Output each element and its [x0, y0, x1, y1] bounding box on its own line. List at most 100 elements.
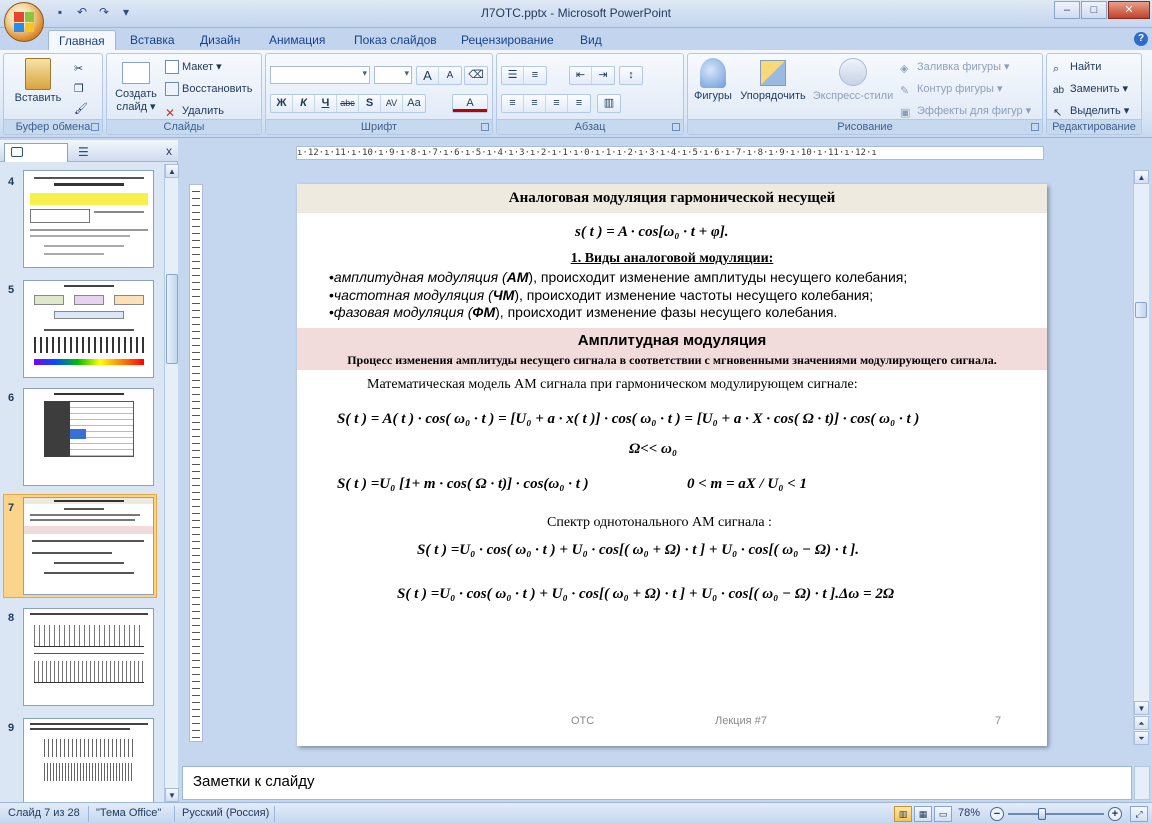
editor-scroll-thumb[interactable] — [1135, 302, 1147, 318]
ribbon-tabs: Главная Вставка Дизайн Анимация Показ сл… — [0, 28, 1152, 50]
close-button[interactable]: ✕ — [1108, 1, 1150, 19]
layout-icon — [165, 60, 179, 74]
slide-sorter-icon[interactable]: ▦ — [914, 806, 932, 822]
scroll-down-icon[interactable]: ▼ — [165, 788, 179, 802]
shadow-button[interactable]: S — [359, 95, 381, 112]
format-painter-icon[interactable]: 🖌 — [74, 100, 88, 118]
case-button[interactable]: Aa — [403, 95, 425, 112]
strike-button[interactable]: abc — [337, 95, 359, 112]
select-button[interactable]: ↖ Выделить ▾ — [1053, 102, 1129, 120]
slideshow-view-icon[interactable]: ▭ — [934, 806, 952, 822]
language-indicator[interactable]: Русский (Россия) — [182, 807, 269, 819]
horizontal-ruler[interactable]: ı·12·ı·11·ı·10·ı·9·ı·8·ı·7·ı·6·ı·5·ı·4·ı… — [296, 146, 1044, 160]
zoom-out-button[interactable]: − — [990, 807, 1004, 821]
line-spacing-icon[interactable]: ↕ — [620, 67, 642, 84]
shape-outline-button[interactable]: ✎ Контур фигуры ▾ — [900, 80, 1003, 98]
bullets-icon[interactable]: ☰ — [502, 67, 524, 84]
font-name-combo[interactable] — [270, 66, 370, 84]
notes-scrollbar[interactable] — [1134, 766, 1150, 800]
slide-thumbnail-6[interactable] — [23, 388, 154, 486]
find-button[interactable]: ⌕ Найти — [1053, 58, 1101, 76]
font-size-combo[interactable] — [374, 66, 412, 84]
minimize-button[interactable]: – — [1054, 1, 1080, 19]
tab-insert[interactable]: Вставка — [120, 30, 185, 50]
thumbnails-scrollbar[interactable]: ▲ ▼ — [164, 164, 179, 802]
vertical-ruler[interactable] — [189, 184, 203, 742]
zoom-slider[interactable] — [1008, 813, 1104, 815]
shape-effects-button[interactable]: ▣ Эффекты для фигур ▾ — [900, 102, 1031, 120]
normal-view-icon[interactable]: ▥ — [894, 806, 912, 822]
slide-thumbnail-4[interactable] — [23, 170, 154, 268]
outline-tab[interactable]: ☰ — [70, 144, 100, 161]
status-separator — [88, 806, 89, 822]
zoom-slider-knob[interactable] — [1038, 808, 1046, 820]
next-slide-icon[interactable]: ⏷ — [1134, 731, 1149, 745]
font-color-button[interactable]: A — [453, 95, 487, 112]
clear-format-icon[interactable]: ⌫ — [465, 67, 487, 84]
slide-canvas[interactable]: Аналоговая модуляция гармонической несущ… — [297, 184, 1047, 746]
editor-scroll-down-icon[interactable]: ▼ — [1134, 701, 1149, 715]
tab-animation[interactable]: Анимация — [259, 30, 335, 50]
theme-name[interactable]: "Тема Office" — [96, 807, 161, 819]
slide-thumbnail-9[interactable] — [23, 718, 154, 802]
grow-font-button[interactable]: A — [417, 67, 439, 84]
notes-pane[interactable]: Заметки к слайду — [182, 766, 1132, 800]
help-icon[interactable]: ? — [1134, 32, 1148, 46]
font-launcher-icon[interactable] — [481, 123, 489, 131]
tab-home[interactable]: Главная — [48, 30, 116, 50]
reset-button[interactable]: Восстановить — [165, 80, 252, 98]
quick-styles-button[interactable]: Экспресс-стили — [812, 58, 894, 103]
maximize-button[interactable]: □ — [1081, 1, 1107, 19]
scroll-up-icon[interactable]: ▲ — [165, 164, 179, 178]
cut-icon[interactable]: ✂ — [74, 60, 83, 78]
office-button[interactable] — [4, 2, 44, 42]
decrease-indent-icon[interactable]: ⇤ — [570, 67, 592, 84]
columns-icon[interactable]: ▥ — [598, 95, 620, 112]
tab-slideshow[interactable]: Показ слайдов — [344, 30, 447, 50]
zoom-in-button[interactable]: + — [1108, 807, 1122, 821]
align-center-icon[interactable]: ≡ — [524, 95, 546, 112]
thumbnails-scroll-thumb[interactable] — [166, 274, 178, 364]
tab-design[interactable]: Дизайн — [190, 30, 250, 50]
previous-slide-icon[interactable]: ⏶ — [1134, 716, 1149, 730]
shrink-font-button[interactable]: A — [439, 67, 461, 84]
spacing-button[interactable]: AV — [381, 95, 403, 112]
drawing-launcher-icon[interactable] — [1031, 123, 1039, 131]
shape-fill-button[interactable]: ◈ Заливка фигуры ▾ — [900, 58, 1010, 76]
modulation-index-range: 0 < m = aX / U₀ < 1 — [687, 476, 808, 492]
pane-close-button[interactable]: x — [166, 144, 172, 158]
copy-icon[interactable]: ❐ — [74, 80, 84, 98]
layout-button[interactable]: Макет ▾ — [165, 58, 222, 76]
arrange-button[interactable]: Упорядочить — [736, 58, 810, 103]
numbering-icon[interactable]: ≡ — [524, 67, 546, 84]
slides-tab[interactable] — [4, 143, 68, 162]
paragraph-launcher-icon[interactable] — [672, 123, 680, 131]
paste-button[interactable]: Вставить — [10, 58, 66, 105]
thumbnail-list: 4 5 6 7 8 9 — [0, 164, 164, 802]
justify-icon[interactable]: ≡ — [568, 95, 590, 112]
slide-thumbnail-5[interactable] — [23, 280, 154, 378]
cursor-icon: ↖ — [1053, 107, 1063, 119]
shapes-button[interactable]: Фигуры — [690, 58, 736, 103]
clipboard-launcher-icon[interactable] — [91, 123, 99, 131]
layout-label: Макет ▾ — [182, 61, 222, 73]
underline-button[interactable]: Ч — [315, 95, 337, 112]
tab-view[interactable]: Вид — [570, 30, 612, 50]
editor-scrollbar[interactable]: ▲ ▼ ⏶ ⏷ — [1133, 170, 1149, 745]
quick-styles-icon — [839, 58, 867, 86]
slide-thumbnail-8[interactable] — [23, 608, 154, 706]
bold-button[interactable]: Ж — [271, 95, 293, 112]
increase-indent-icon[interactable]: ⇥ — [592, 67, 614, 84]
fit-to-window-icon[interactable]: ⤢ — [1130, 806, 1148, 822]
replace-button[interactable]: ab Заменить ▾ — [1053, 80, 1128, 98]
italic-button[interactable]: К — [293, 95, 315, 112]
align-left-icon[interactable]: ≡ — [502, 95, 524, 112]
new-slide-button[interactable]: Создать слайд ▾ — [111, 58, 161, 114]
tab-review[interactable]: Рецензирование — [451, 30, 564, 50]
editor-scroll-up-icon[interactable]: ▲ — [1134, 170, 1149, 184]
align-right-icon[interactable]: ≡ — [546, 95, 568, 112]
slide-thumbnail-7[interactable] — [23, 497, 154, 595]
zoom-level[interactable]: 78% — [958, 807, 980, 819]
delete-slide-button[interactable]: ✕ Удалить — [165, 102, 224, 120]
slide-editor: ı·12·ı·11·ı·10·ı·9·ı·8·ı·7·ı·6·ı·5·ı·4·ı… — [179, 140, 1152, 762]
